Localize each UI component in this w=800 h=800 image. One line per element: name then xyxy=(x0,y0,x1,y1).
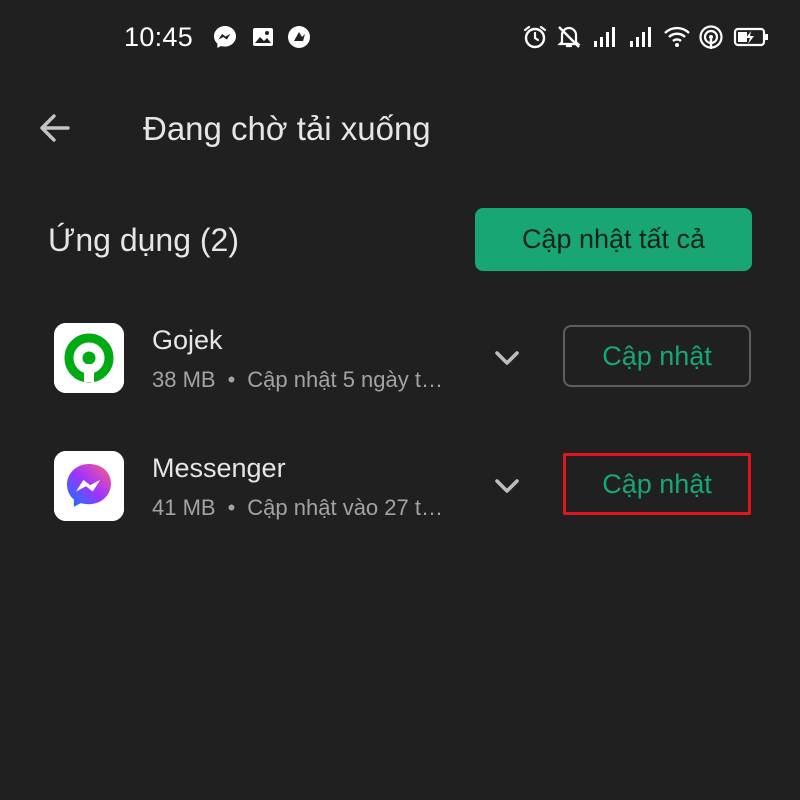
chevron-down-icon[interactable] xyxy=(490,469,524,503)
status-time: 10:45 xyxy=(124,22,194,52)
messenger-app-icon xyxy=(54,451,124,521)
gojek-icon xyxy=(54,323,124,393)
battery-charging-icon xyxy=(733,27,768,47)
wifi-icon xyxy=(664,26,690,47)
image-icon xyxy=(253,28,273,46)
app-size: 38 MB xyxy=(152,367,216,392)
top-app-bar: Đang chờ tải xuống xyxy=(0,90,800,166)
chevron-down-icon[interactable] xyxy=(490,341,524,375)
status-bar: 10:45 xyxy=(0,0,800,78)
app-update-status: Cập nhật vào 27 t… xyxy=(247,495,443,520)
signal-icon xyxy=(630,27,651,47)
update-all-button[interactable]: Cập nhật tất cả xyxy=(475,208,752,271)
meta-separator: • xyxy=(227,367,236,392)
app-meta: 41 MB • Cập nhật vào 27 t… xyxy=(152,495,443,521)
messenger-icon xyxy=(214,26,236,48)
signal-icon xyxy=(594,27,615,47)
app-name: Gojek xyxy=(152,325,223,355)
app-update-status: Cập nhật 5 ngày t… xyxy=(247,367,443,392)
update-button-messenger[interactable]: Cập nhật xyxy=(563,453,751,515)
back-arrow-icon[interactable] xyxy=(30,106,82,150)
app-meta: 38 MB • Cập nhật 5 ngày t… xyxy=(152,367,443,393)
meta-separator: • xyxy=(227,495,236,520)
section-title: Ứng dụng (2) xyxy=(48,222,239,258)
app-name: Messenger xyxy=(152,453,286,483)
list-item-messenger[interactable]: Messenger 41 MB • Cập nhật vào 27 t… Cập n… xyxy=(0,451,800,561)
update-button-gojek[interactable]: Cập nhật xyxy=(563,325,751,387)
mute-icon xyxy=(557,26,581,48)
page-title: Đang chờ tải xuống xyxy=(143,110,431,147)
notification-icon xyxy=(288,26,310,48)
list-item-gojek[interactable]: Gojek 38 MB • Cập nhật 5 ngày t… Cập nhật xyxy=(0,323,800,433)
hotspot-icon xyxy=(699,25,723,49)
app-size: 41 MB xyxy=(152,495,216,520)
alarm-icon xyxy=(523,25,547,49)
